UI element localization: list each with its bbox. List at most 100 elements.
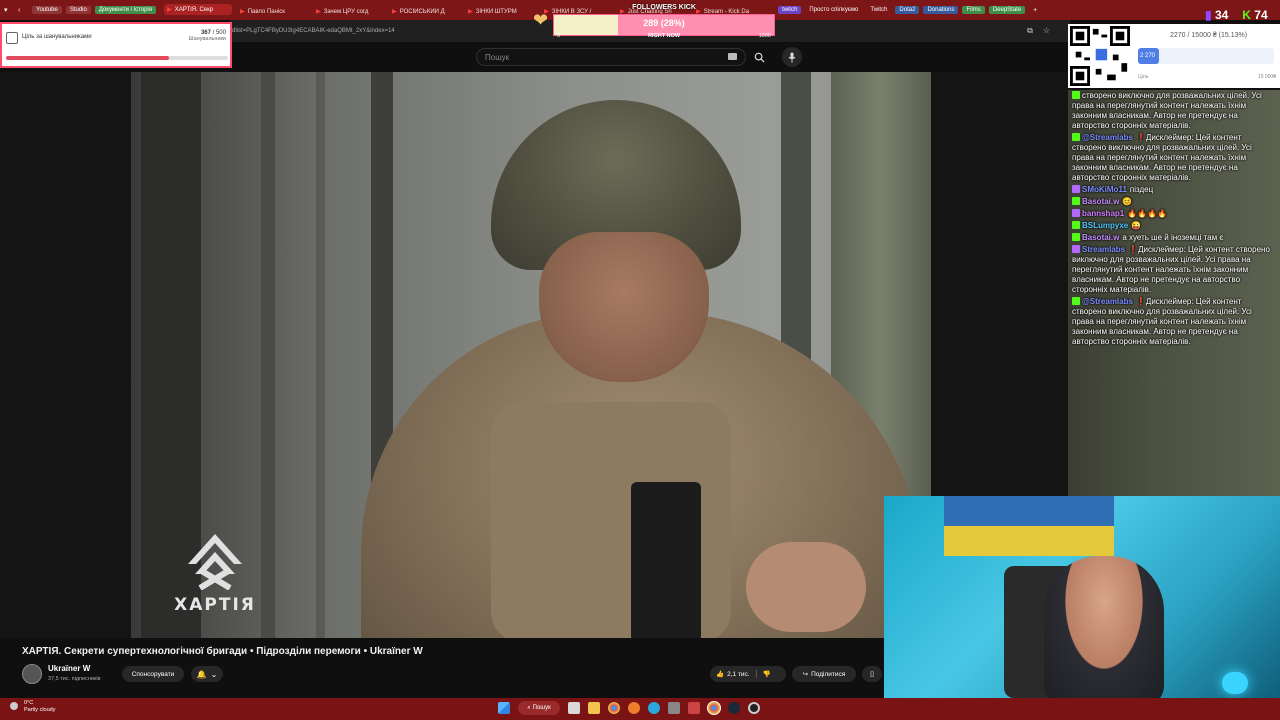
followers-now: RIGHT NOW: [647, 33, 681, 39]
browser-tab-3[interactable]: ▶ РОСІЙСЬКИЙ Д: [392, 8, 460, 15]
firefox-icon[interactable]: [628, 702, 640, 714]
bookmark-right-3[interactable]: Dota2: [895, 6, 920, 14]
dislike-button[interactable]: 👎: [757, 670, 771, 678]
video-title: ХАРТІЯ. Секрети супертехнологічної брига…: [22, 646, 423, 657]
twitch-viewer-count: 34: [1214, 8, 1229, 22]
url-text[interactable]: dlist=PLgTC4FByDU3Ig4ECABAIK-edaQBMt_2xY…: [232, 28, 395, 34]
heart-icon: ❤: [533, 10, 549, 30]
youtube-favicon-icon: ▶: [167, 6, 172, 13]
browser-tab-label: ЗІНКИ ШТУРМ: [475, 8, 517, 15]
chat-text: 😊: [1122, 197, 1133, 206]
radio: [631, 482, 701, 638]
bookmark-0[interactable]: Youtube: [32, 6, 62, 14]
kick-viewer-count: 74: [1254, 8, 1268, 22]
chat-username: @Streamlabs: [1082, 297, 1133, 306]
weather-widget[interactable]: 0°C Partly cloudy: [24, 700, 56, 714]
bookmark-right-2[interactable]: Twitch: [866, 6, 892, 14]
bookmark-2[interactable]: Документи і Історія: [94, 6, 157, 14]
share-icon: ↪: [802, 671, 809, 678]
share-button[interactable]: ↪ Поділитися: [792, 666, 856, 682]
bookmark-right-0[interactable]: twitch: [778, 6, 802, 14]
new-tab-icon[interactable]: +: [1033, 7, 1043, 14]
chat-username: Basotai.w: [1082, 233, 1120, 242]
logo-text: ХАРТІЯ: [174, 595, 256, 615]
qr-code: [1070, 26, 1130, 86]
thumbs-up-icon: 👍: [716, 671, 725, 678]
browser-tab-4[interactable]: ▶ ЗІНКИ ШТУРМ: [468, 8, 536, 15]
hand: [746, 542, 866, 632]
task-view-icon[interactable]: [568, 702, 580, 714]
chat-message: bannshap1 🔥🔥🔥🔥: [1068, 208, 1280, 220]
sponsor-button[interactable]: Спонсорувати: [122, 666, 184, 682]
bookmark-right-6[interactable]: DeepState: [988, 6, 1026, 14]
app-icon[interactable]: [688, 702, 700, 714]
chrome-icon[interactable]: [608, 702, 620, 714]
search-icon: ⌕: [527, 704, 531, 711]
taskbar-search[interactable]: ⌕ Пошук: [518, 701, 560, 715]
bookmark-right-5[interactable]: Films: [962, 6, 985, 14]
platform-badge-icon: [1072, 297, 1080, 305]
voice-search-button[interactable]: [782, 47, 802, 67]
channel-name[interactable]: Ukraїner W: [48, 664, 90, 673]
chat-username: @Streamlabs: [1082, 133, 1133, 142]
taskbar-apps: ⌕ Пошук: [498, 701, 760, 715]
fan-goal-widget: Ціль за шанувальниками 367 / 500 Шанувал…: [0, 22, 232, 68]
platform-badge-icon: [1072, 133, 1080, 141]
steam-icon[interactable]: [728, 702, 740, 714]
khartia-logo: ХАРТІЯ: [150, 530, 280, 620]
search-button[interactable]: [748, 48, 770, 66]
youtube-favicon-icon: ▶: [240, 8, 245, 15]
chat-text: 😜: [1131, 221, 1142, 230]
donation-max: 15 000₴: [1257, 74, 1276, 80]
bookmark-right-1[interactable]: Просто спілкуємо: [805, 6, 863, 14]
notification-bell-button[interactable]: 🔔 ⌄: [191, 666, 223, 682]
thumbs-down-icon: 👎: [762, 671, 771, 678]
tab-list-icon[interactable]: ▾: [4, 6, 14, 14]
goal-label: Ціль за шанувальниками: [22, 34, 92, 40]
chat-username: Basotai.w: [1082, 197, 1120, 206]
platform-badge-icon: [1072, 185, 1080, 193]
chat-overlay: створено виключно для розважальних цілей…: [1068, 90, 1280, 496]
chat-message: @Streamlabs ❗Дисклеймер: Цей контент ство…: [1068, 132, 1280, 184]
keyboard-icon[interactable]: [728, 53, 737, 60]
platform-badge-icon: [1072, 197, 1080, 205]
microphone-icon: [788, 52, 796, 62]
viewer-counts: ▮ 34 K 74: [1205, 8, 1268, 22]
bookmark-1[interactable]: Studio: [65, 6, 91, 14]
chrome-active-icon[interactable]: [707, 701, 721, 715]
chat-username: BSLumpyxe: [1082, 221, 1129, 230]
bookmark-star-icon[interactable]: ☆: [1043, 26, 1050, 36]
platform-badge-icon: [1072, 221, 1080, 229]
bookmark-right-4[interactable]: Donations: [923, 6, 959, 14]
obs-icon[interactable]: [748, 702, 760, 714]
chat-message: Basotai.w 😊: [1068, 196, 1280, 208]
browser-tab-0[interactable]: ▶ ХАРТІЯ. Секр: [164, 3, 233, 15]
chat-text: а хуеть ше й іноземці там є: [1122, 233, 1224, 242]
channel-avatar[interactable]: [22, 664, 42, 684]
browser-tab-1[interactable]: ▶ Павло Паніск: [240, 8, 308, 15]
youtube-favicon-icon: ▶: [392, 8, 397, 15]
search-input[interactable]: Пошук: [476, 48, 746, 66]
back-icon[interactable]: ‹: [18, 7, 28, 14]
file-explorer-icon[interactable]: [588, 702, 600, 714]
goal-icon: [6, 32, 18, 44]
browser-tab-2[interactable]: ▶ Зачем ЦРУ согд: [316, 8, 384, 15]
webcam-feed: [884, 496, 1280, 698]
chat-message: Streamlabs ❗Дисклеймер: Цей контент створ…: [1068, 244, 1280, 296]
chat-message: SMoKiMo11 піздец: [1068, 184, 1280, 196]
windows-start-icon[interactable]: [498, 702, 510, 714]
chat-message: BSLumpyxe 😜: [1068, 220, 1280, 232]
like-dislike-group[interactable]: 👍 2,1 тис. 👎: [710, 666, 786, 682]
like-button[interactable]: 👍 2,1 тис.: [710, 670, 757, 678]
donation-goal-widget: 2270 / 15000 ₴ (15.13%) 2 270 Ціль 15 00…: [1068, 24, 1280, 88]
cast-icon[interactable]: ⧉: [1027, 26, 1033, 36]
goal-progress-fill: [6, 56, 169, 60]
browser-tab-label: ХАРТІЯ. Секр: [174, 6, 214, 13]
followers-max: 1000: [758, 33, 771, 39]
bookmark-icon: ▯: [870, 671, 874, 678]
calculator-icon[interactable]: [668, 702, 680, 714]
save-button[interactable]: ▯: [862, 666, 882, 682]
like-count: 2,1 тис.: [727, 670, 750, 678]
telegram-icon[interactable]: [648, 702, 660, 714]
chat-text: створено виключно для розважальних цілей…: [1072, 91, 1262, 130]
